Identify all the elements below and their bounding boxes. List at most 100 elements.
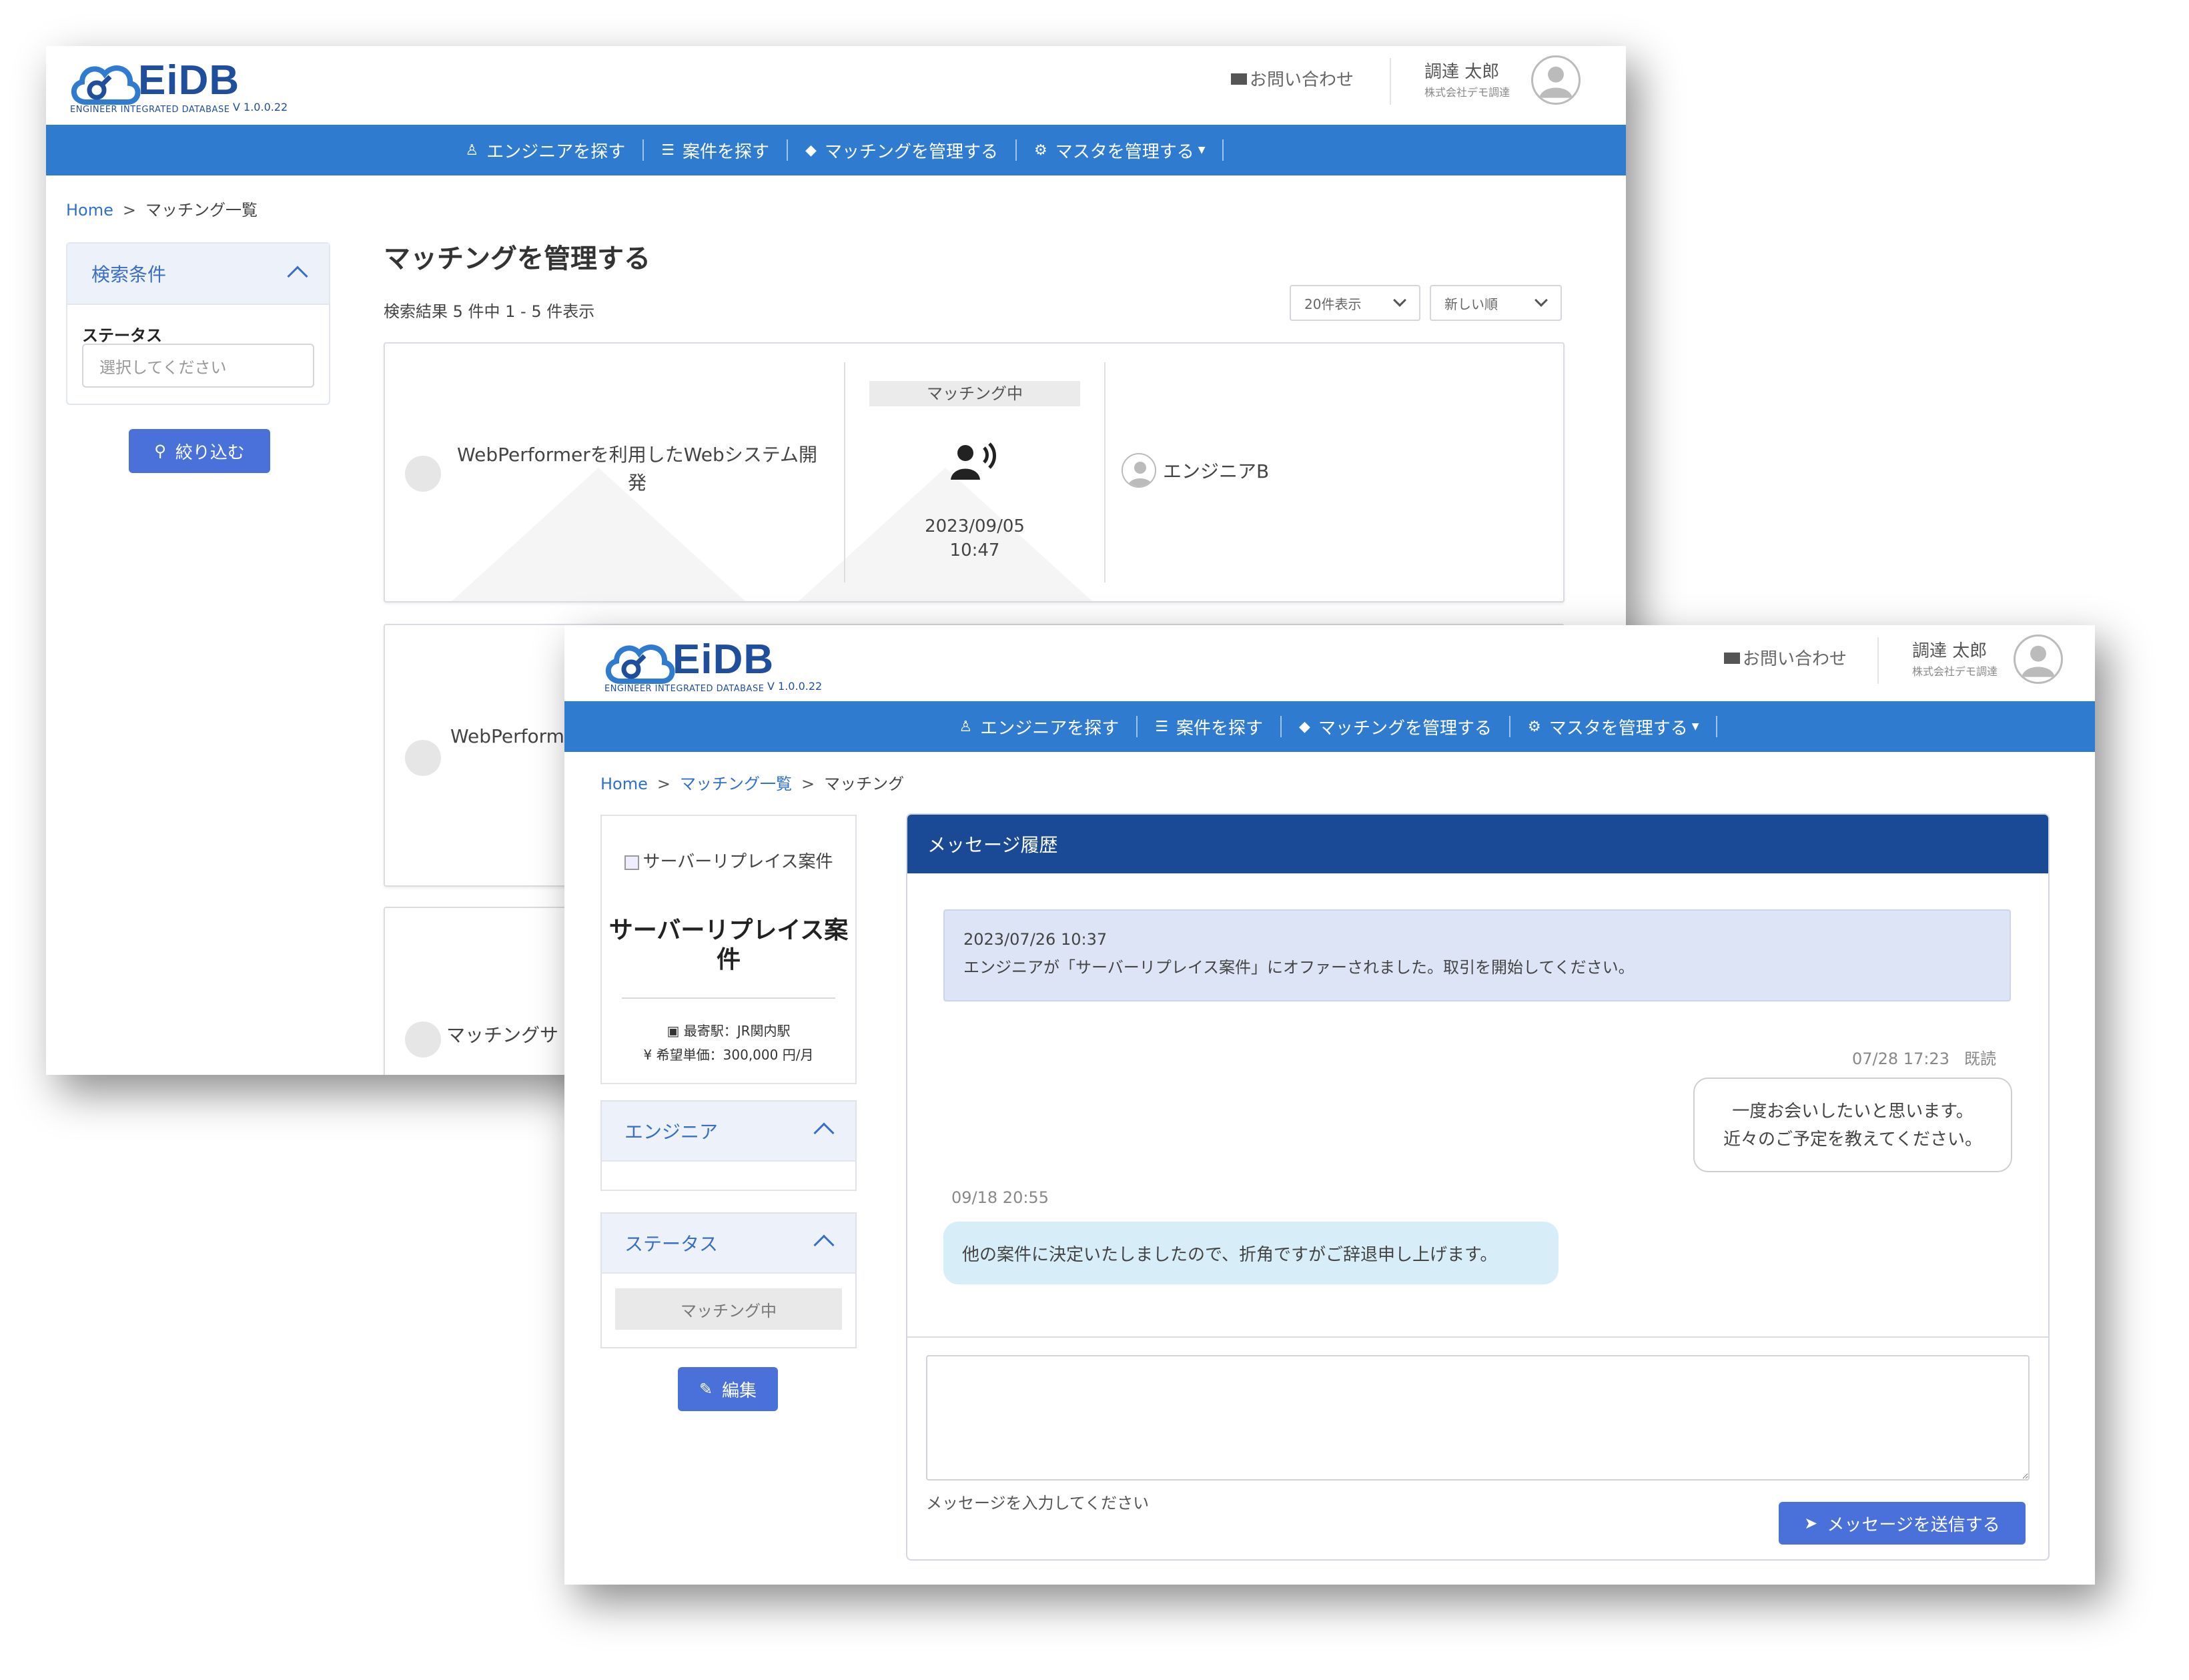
diamond-icon: ◆ [805,141,817,159]
avatar[interactable] [2014,635,2063,684]
main-nav: ♙ エンジニアを探す ☰ 案件を探す ◆ マッチングを管理する ⚙ マスタを管理する ▼ [564,701,2095,752]
version-label: V 1.0.0.22 [233,101,288,113]
nav-manage-matching[interactable]: ◆ マッチングを管理する [788,139,1017,162]
sent-message-meta: 07/28 17:23 既読 [1852,1049,1996,1068]
page-title: マッチングを管理する [384,244,650,274]
received-message-time: 09/18 20:55 [951,1188,1049,1207]
logo[interactable]: EiDB ENGINEER INTEGRATED DATABASE V 1.0.… [600,632,827,699]
nav-find-engineers[interactable]: ♙ エンジニアを探す [448,139,644,162]
user-name: 調達 太郎 [1912,641,1988,661]
matching-detail-window: EiDB ENGINEER INTEGRATED DATABASE V 1.0.… [564,625,2095,1585]
user-company: 株式会社デモ調達 [1424,86,1510,99]
project-card: サーバーリプレイス案件 サーバーリプレイス案件 ▣ 最寄駅：JR関内駅 ¥ 希望… [600,815,857,1084]
train-icon: ▣ [667,1023,684,1039]
send-message-button[interactable]: ➤ メッセージを送信する [1779,1502,2026,1545]
header: EiDB ENGINEER INTEGRATED DATABASE V 1.0.… [46,46,1626,125]
status-label: ステータス [82,326,162,345]
nav-manage-master[interactable]: ⚙ マスタを管理する ▼ [1017,139,1224,162]
engineer-link[interactable]: エンジニアB [1122,453,1269,488]
chevron-down-icon [1535,294,1548,307]
cloud-logo-icon [71,65,141,105]
gear-icon: ⚙ [1033,141,1047,159]
chevron-up-icon [813,1234,835,1256]
per-page-select[interactable]: 20件表示 [1290,285,1420,321]
project-name[interactable]: WebPerformerを利用したWebシステム開発 [450,441,824,497]
engineer-panel: エンジニア [600,1100,857,1191]
nearest-station: ▣ 最寄駅：JR関内駅 [667,1023,791,1039]
divider [907,1336,2048,1338]
logo-text: EiDB [138,57,240,103]
user-company: 株式会社デモ調達 [1912,665,1998,678]
nav-find-engineers[interactable]: ♙ エンジニアを探す [942,716,1138,739]
breadcrumb-home[interactable]: Home [600,775,648,793]
nav-find-projects[interactable]: ☰ 案件を探す [644,139,789,162]
version-label: V 1.0.0.22 [767,680,823,693]
breadcrumb: Home > マッチング一覧 > マッチング [600,775,905,793]
status-panel: ステータス マッチング中 [600,1212,857,1348]
logo-text: EiDB [673,637,775,683]
matching-datetime: 2023/09/05 10:47 [925,516,1025,560]
message-input[interactable] [926,1355,2030,1481]
logo-subtitle: ENGINEER INTEGRATED DATABASE [604,684,765,694]
breadcrumb: Home > マッチング一覧 [66,201,258,220]
list-search-icon: ☰ [661,141,675,159]
result-count: 検索結果 5 件中 1 - 5 件表示 [384,302,595,321]
project-title: サーバーリプレイス案件 [608,917,849,973]
caret-down-icon: ▼ [1691,721,1699,732]
engineer-panel-header[interactable]: エンジニア [602,1102,855,1162]
logo[interactable]: EiDB ENGINEER INTEGRATED DATABASE V 1.0.… [66,53,293,119]
breadcrumb-current: マッチング一覧 [145,201,258,220]
main-nav: ♙ エンジニアを探す ☰ 案件を探す ◆ マッチングを管理する ⚙ マスタを管理する ▼ [46,125,1626,175]
edit-button[interactable]: ✎ 編集 [678,1367,778,1411]
project-thumbnail [405,740,441,776]
header: EiDB ENGINEER INTEGRATED DATABASE V 1.0.… [564,625,2095,704]
cloud-logo-icon [605,645,675,684]
system-message-text: エンジニアが「サーバーリプレイス案件」にオファーされました。取引を開始してくださ… [963,958,1635,977]
breadcrumb-home[interactable]: Home [66,201,113,220]
divider [622,997,835,999]
search-panel-header[interactable]: 検索条件 [67,244,329,305]
list-search-icon: ☰ [1155,718,1168,735]
nav-find-projects[interactable]: ☰ 案件を探す [1138,716,1282,739]
user-icon [2022,645,2055,677]
yen-icon: ¥ [643,1047,656,1063]
search-icon: ⚲ [154,442,166,460]
sort-select[interactable]: 新しい順 [1430,285,1562,321]
header-divider [1390,58,1391,105]
mail-icon [1231,73,1247,85]
search-panel: 検索条件 ステータス 選択してください [66,242,330,405]
received-message-bubble: 他の案件に決定いたしましたので、折角ですがご辞退申し上げます。 [943,1222,1559,1284]
contact-link[interactable]: お問い合わせ [1231,66,1354,91]
diamond-icon: ◆ [1299,718,1310,735]
project-thumbnail [405,456,441,492]
desired-price: ¥ 希望単価：300,000 円/月 [643,1047,814,1063]
breadcrumb-list[interactable]: マッチング一覧 [680,775,792,793]
header-divider [1877,637,1879,684]
system-message-time: 2023/07/26 10:37 [963,930,1108,949]
filter-button[interactable]: ⚲ 絞り込む [129,429,270,473]
avatar[interactable] [1531,55,1581,105]
user-icon [1539,66,1573,98]
chevron-down-icon [1393,294,1406,307]
speaking-person-icon [951,442,996,480]
contact-link[interactable]: お問い合わせ [1724,645,1847,670]
chevron-up-icon [287,266,308,287]
sent-message-bubble: 一度お会いしたいと思います。 近々のご予定を教えてください。 [1693,1078,2012,1172]
message-panel-header: メッセージ履歴 [907,815,2048,873]
system-message: 2023/07/26 10:37 エンジニアが「サーバーリプレイス案件」にオファ… [943,909,2011,1001]
nav-manage-master[interactable]: ⚙ マスタを管理する ▼ [1510,716,1718,739]
chevron-up-icon [813,1122,835,1144]
gear-icon: ⚙ [1527,718,1541,735]
nav-manage-matching[interactable]: ◆ マッチングを管理する [1282,716,1510,739]
user-name: 調達 太郎 [1424,62,1500,82]
project-thumbnail [405,1021,441,1058]
caret-down-icon: ▼ [1198,145,1206,155]
project-image: サーバーリプレイス案件 [602,849,855,875]
breadcrumb-current: マッチング [824,775,905,793]
pencil-icon: ✎ [699,1380,713,1398]
user-icon [1122,453,1156,488]
matching-card[interactable]: WebPerformerを利用したWebシステム開発 マッチング中 2023/0… [384,342,1565,602]
message-panel: メッセージ履歴 2023/07/26 10:37 エンジニアが「サーバーリプレイ… [906,813,2050,1561]
status-panel-header[interactable]: ステータス [602,1214,855,1274]
status-select[interactable]: 選択してください [82,344,314,388]
